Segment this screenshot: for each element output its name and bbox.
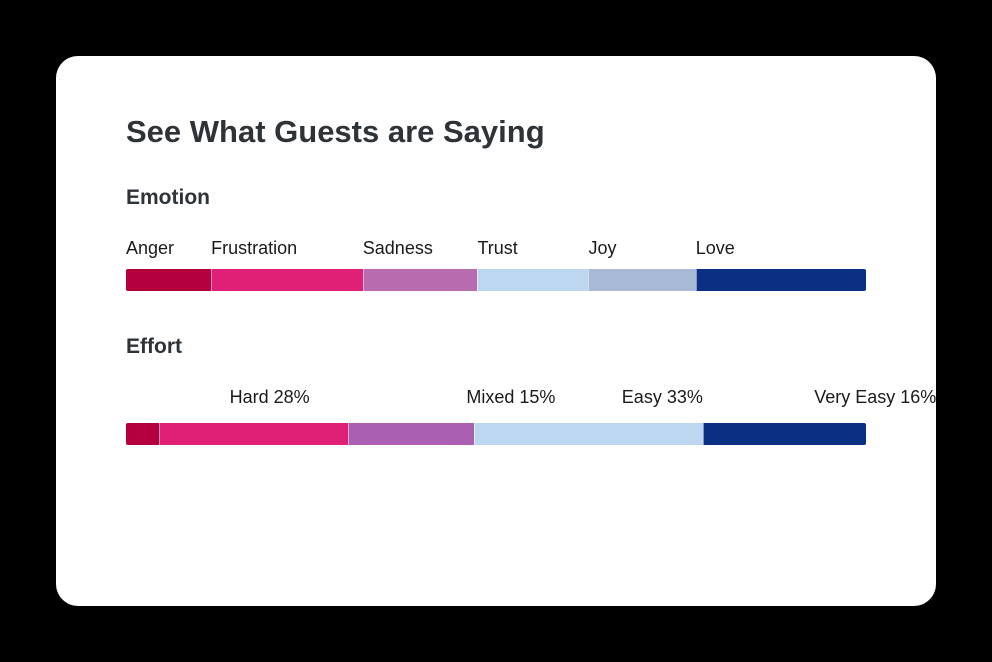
effort-segment-0[interactable]: [126, 423, 159, 445]
emotion-segment-5[interactable]: [696, 269, 866, 291]
emotion-segment-1[interactable]: [211, 269, 363, 291]
effort-segment-3[interactable]: [474, 423, 703, 445]
effort-segment-1[interactable]: [159, 423, 348, 445]
feedback-card: See What Guests are Saying Emotion Anger…: [56, 56, 936, 606]
emotion-label-1: Frustration: [211, 238, 363, 259]
effort-bar: [126, 423, 866, 445]
effort-label-4: Very Easy 16%: [814, 387, 936, 408]
emotion-title: Emotion: [126, 186, 866, 210]
emotion-bar: [126, 269, 866, 291]
page-title: See What Guests are Saying: [126, 114, 866, 150]
emotion-segment-0[interactable]: [126, 269, 211, 291]
effort-section: Effort Hard 28%Mixed 15%Easy 33%Very Eas…: [126, 335, 866, 445]
effort-segment-2[interactable]: [348, 423, 474, 445]
emotion-section: Emotion AngerFrustrationSadnessTrustJoyL…: [126, 186, 866, 291]
emotion-label-2: Sadness: [363, 238, 478, 259]
emotion-label-5: Love: [696, 238, 866, 259]
effort-labels: Hard 28%Mixed 15%Easy 33%Very Easy 16%: [126, 387, 866, 413]
emotion-label-0: Anger: [126, 238, 211, 259]
effort-label-1: Hard 28%: [230, 387, 310, 408]
emotion-label-4: Joy: [588, 238, 695, 259]
effort-label-2: Mixed 15%: [466, 387, 555, 408]
emotion-segment-2[interactable]: [363, 269, 478, 291]
effort-title: Effort: [126, 335, 866, 359]
effort-label-3: Easy 33%: [622, 387, 703, 408]
emotion-segment-4[interactable]: [588, 269, 695, 291]
emotion-label-3: Trust: [477, 238, 588, 259]
emotion-segment-3[interactable]: [477, 269, 588, 291]
effort-segment-4[interactable]: [703, 423, 866, 445]
emotion-labels: AngerFrustrationSadnessTrustJoyLove: [126, 238, 866, 259]
